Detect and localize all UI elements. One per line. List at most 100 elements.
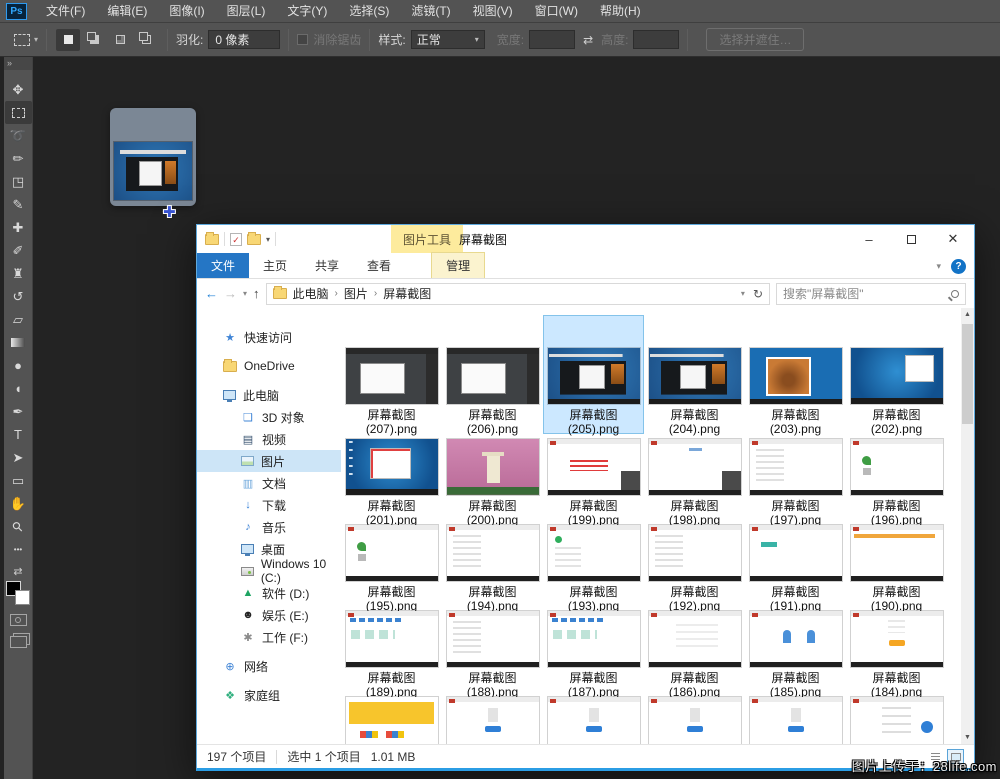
customize-qat-chevron-icon[interactable]: ▾ <box>266 235 270 244</box>
edit-toolbar-button[interactable]: ••• <box>5 538 32 561</box>
gradient-tool[interactable] <box>5 331 32 354</box>
tab-共享[interactable]: 共享 <box>301 253 353 278</box>
sidebar-item-下载[interactable]: ↓下载 <box>197 494 341 516</box>
explorer-titlebar[interactable]: ✓ ▾ 图片工具 屏幕截图 – ✕ <box>197 225 974 253</box>
add-to-selection-button[interactable] <box>82 29 106 51</box>
file-item[interactable] <box>543 692 644 744</box>
scroll-down-icon[interactable]: ▼ <box>961 731 974 744</box>
file-item-190png[interactable]: 屏幕截图(190).png <box>846 520 947 606</box>
sidebar-item-家庭组[interactable]: ❖家庭组 <box>197 684 341 706</box>
file-item-202png[interactable]: 屏幕截图(202).png <box>846 315 947 434</box>
recent-locations-chevron-icon[interactable]: ▾ <box>243 289 247 298</box>
menu-item-T[interactable]: 滤镜(T) <box>400 0 461 23</box>
subtract-selection-button[interactable] <box>108 29 132 51</box>
file-item-193png[interactable]: 屏幕截图(193).png <box>543 520 644 606</box>
collapse-ribbon-chevron-icon[interactable]: ▾ <box>936 261 941 272</box>
brush-tool[interactable]: ✐ <box>5 239 32 262</box>
background-color-swatch[interactable] <box>15 590 30 605</box>
sidebar-item-文档[interactable]: ▥文档 <box>197 472 341 494</box>
lasso-tool[interactable]: ➰ <box>5 124 32 147</box>
sidebar-item-图片[interactable]: 图片 <box>197 450 341 472</box>
menu-item-Y[interactable]: 文字(Y) <box>276 0 338 23</box>
sidebar-item-网络[interactable]: ⊕网络 <box>197 655 341 677</box>
back-button[interactable]: ← <box>205 286 218 301</box>
help-icon[interactable]: ? <box>951 259 966 274</box>
refresh-icon[interactable]: ↻ <box>753 287 763 301</box>
file-item-204png[interactable]: 屏幕截图(204).png <box>644 315 745 434</box>
scroll-up-icon[interactable]: ▲ <box>961 308 974 321</box>
file-item-197png[interactable]: 屏幕截图(197).png <box>745 434 846 520</box>
rectangular-marquee-tool[interactable] <box>5 101 32 124</box>
sidebar-item-工作-(F:)[interactable]: ✱工作 (F:) <box>197 626 341 648</box>
file-item-188png[interactable]: 屏幕截图(188).png <box>442 606 543 692</box>
quick-mask-button[interactable] <box>10 614 27 626</box>
breadcrumb-item-1[interactable]: 图片 <box>344 285 368 302</box>
breadcrumb-item-0[interactable]: 此电脑 <box>293 285 329 302</box>
healing-brush-tool[interactable]: ✚ <box>5 216 32 239</box>
up-button[interactable]: ↑ <box>253 286 260 301</box>
file-item-192png[interactable]: 屏幕截图(192).png <box>644 520 745 606</box>
menu-item-F[interactable]: 文件(F) <box>35 0 96 23</box>
file-item-186png[interactable]: 屏幕截图(186).png <box>644 606 745 692</box>
history-brush-tool[interactable]: ↺ <box>5 285 32 308</box>
sidebar-item-音乐[interactable]: ♪音乐 <box>197 516 341 538</box>
file-item[interactable] <box>846 692 947 744</box>
maximize-button[interactable] <box>890 225 932 253</box>
file-item-187png[interactable]: 屏幕截图(187).png <box>543 606 644 692</box>
sidebar-item-Windows-10-(C:)[interactable]: Windows 10 (C:) <box>197 560 341 582</box>
antialias-checkbox[interactable] <box>297 34 308 45</box>
file-item[interactable] <box>341 692 442 744</box>
tab-管理[interactable]: 管理 <box>431 252 485 278</box>
sidebar-item-快速访问[interactable]: ★快速访问 <box>197 326 341 348</box>
color-swatches[interactable] <box>6 581 30 605</box>
menu-item-S[interactable]: 选择(S) <box>338 0 400 23</box>
swap-dimensions-icon[interactable]: ⇄ <box>583 33 593 47</box>
hand-tool[interactable]: ✋ <box>5 492 32 515</box>
move-tool[interactable]: ✥ <box>5 78 32 101</box>
file-item-206png[interactable]: 屏幕截图(206).png <box>442 315 543 434</box>
file-item[interactable] <box>745 692 846 744</box>
properties-check-icon[interactable]: ✓ <box>230 233 242 246</box>
quick-selection-tool[interactable]: ✏ <box>5 147 32 170</box>
eraser-tool[interactable]: ▱ <box>5 308 32 331</box>
sidebar-item-视频[interactable]: ▤视频 <box>197 428 341 450</box>
file-item-194png[interactable]: 屏幕截图(194).png <box>442 520 543 606</box>
file-item-191png[interactable]: 屏幕截图(191).png <box>745 520 846 606</box>
breadcrumb-item-2[interactable]: 屏幕截图 <box>383 285 431 302</box>
file-item-184png[interactable]: 屏幕截图(184).png <box>846 606 947 692</box>
close-button[interactable]: ✕ <box>932 225 974 253</box>
file-item-201png[interactable]: 屏幕截图(201).png <box>341 434 442 520</box>
scrollbar-thumb[interactable] <box>962 324 973 424</box>
file-item-203png[interactable]: 屏幕截图(203).png <box>745 315 846 434</box>
path-selection-tool[interactable]: ➤ <box>5 446 32 469</box>
menu-item-V[interactable]: 视图(V) <box>462 0 524 23</box>
breadcrumb[interactable]: 此电脑›图片›屏幕截图 ▾ ↻ <box>266 283 770 305</box>
menu-item-I[interactable]: 图像(I) <box>158 0 215 23</box>
file-item-189png[interactable]: 屏幕截图(189).png <box>341 606 442 692</box>
pen-tool[interactable]: ✒ <box>5 400 32 423</box>
file-item[interactable] <box>442 692 543 744</box>
select-and-mask-button[interactable]: 选择并遮住… <box>706 28 804 51</box>
tab-主页[interactable]: 主页 <box>249 253 301 278</box>
folder-icon[interactable] <box>205 234 219 245</box>
file-item-205png[interactable]: 屏幕截图(205).png <box>543 315 644 434</box>
address-dropdown-chevron-icon[interactable]: ▾ <box>741 289 745 298</box>
new-folder-icon[interactable] <box>247 234 261 245</box>
blur-tool[interactable]: ● <box>5 354 32 377</box>
scrollbar[interactable]: ▲ ▼ <box>961 308 974 744</box>
tab-文件[interactable]: 文件 <box>197 253 249 278</box>
crop-tool[interactable]: ◳ <box>5 170 32 193</box>
menu-item-H[interactable]: 帮助(H) <box>589 0 652 23</box>
toolbar-collapse-icon[interactable]: » <box>4 57 32 70</box>
height-input[interactable] <box>633 30 679 49</box>
sidebar-item-娱乐-(E:)[interactable]: ☻娱乐 (E:) <box>197 604 341 626</box>
sidebar-item-此电脑[interactable]: 此电脑 <box>197 384 341 406</box>
dodge-tool[interactable]: ◖ <box>5 377 32 400</box>
width-input[interactable] <box>529 30 575 49</box>
shape-tool[interactable]: ▭ <box>5 469 32 492</box>
eyedropper-tool[interactable]: ✎ <box>5 193 32 216</box>
file-item-195png[interactable]: 屏幕截图(195).png <box>341 520 442 606</box>
search-input[interactable]: 搜索"屏幕截图" <box>776 283 966 305</box>
file-item-207png[interactable]: 屏幕截图(207).png <box>341 315 442 434</box>
file-item-196png[interactable]: 屏幕截图(196).png <box>846 434 947 520</box>
